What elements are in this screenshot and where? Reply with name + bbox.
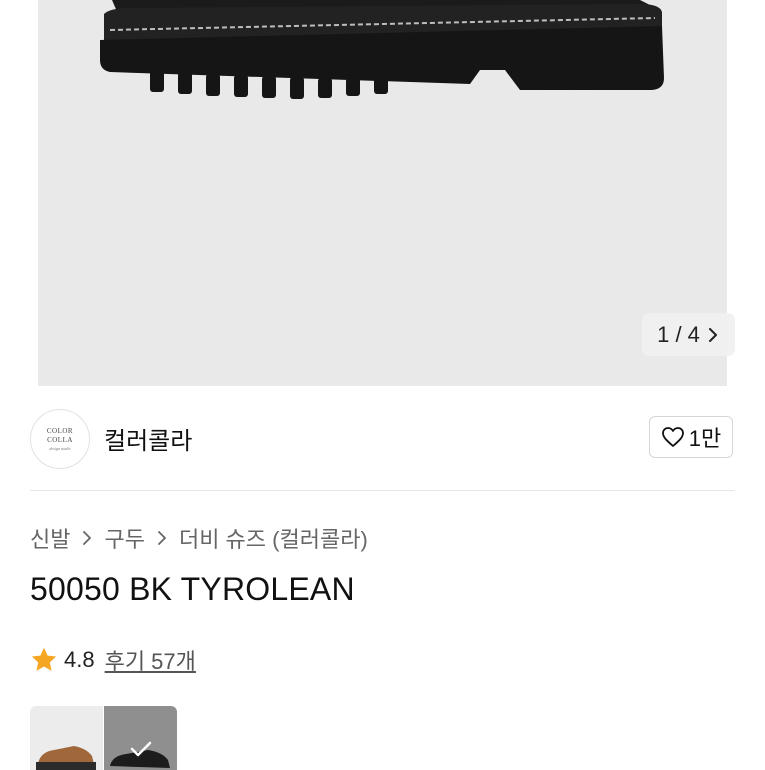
brand-name-link[interactable]: 컬러콜라 <box>104 421 192 456</box>
color-option-black-selected[interactable] <box>104 706 177 770</box>
heart-icon <box>661 427 684 447</box>
brand-logo-line3: design studio <box>49 445 71 451</box>
like-count: 1만 <box>688 426 722 451</box>
color-option-brown[interactable] <box>30 706 103 770</box>
breadcrumb-item-derby-shoes[interactable]: 더비 슈즈 (컬러콜라) <box>179 522 368 554</box>
divider <box>30 490 735 491</box>
brand-logo[interactable]: COLOR COLLA design studio <box>30 409 90 469</box>
image-page-indicator: 1 / 4 <box>657 321 700 347</box>
black-shoe-thumbnail <box>110 750 170 768</box>
chevron-right-icon <box>158 531 166 545</box>
product-image-gallery[interactable]: 1 / 4 <box>0 0 765 386</box>
breadcrumb-item-shoes[interactable]: 신발 <box>30 522 70 554</box>
brown-shoe-thumbnail <box>36 746 96 770</box>
brand-logo-line1: COLOR <box>46 426 74 435</box>
star-icon <box>31 647 57 671</box>
brand-logo-line2: COLLA <box>47 435 73 444</box>
like-button[interactable]: 1만 <box>649 416 733 458</box>
breadcrumb: 신발 구두 더비 슈즈 (컬러콜라) <box>30 523 368 553</box>
rating-score: 4.8 <box>64 647 95 672</box>
product-title: 50050 BK TYROLEAN <box>30 571 355 607</box>
image-pager[interactable]: 1 / 4 <box>642 313 735 356</box>
chevron-right-icon <box>83 531 92 545</box>
check-icon <box>130 741 152 757</box>
product-rating: 4.8 후기 57개 <box>30 645 196 675</box>
breadcrumb-item-dress-shoes[interactable]: 구두 <box>104 522 144 554</box>
chevron-right-icon <box>708 327 717 342</box>
reviews-link[interactable]: 후기 57개 <box>105 644 196 676</box>
product-shoe-image <box>100 0 664 99</box>
